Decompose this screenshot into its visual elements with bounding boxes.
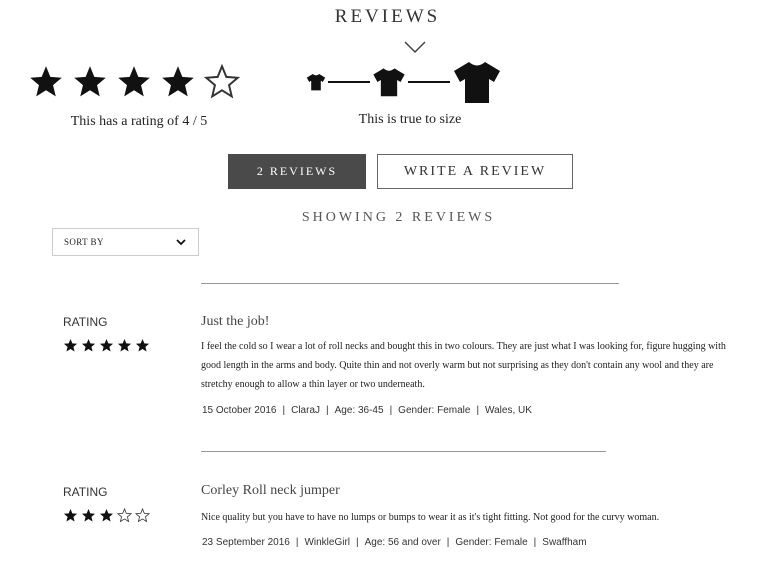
star-filled-icon	[63, 338, 78, 352]
review-age: Age: 36-45	[334, 405, 384, 416]
reviews-count-button[interactable]: 2 REVIEWS	[228, 154, 366, 189]
star-filled-icon	[117, 338, 132, 352]
star-filled-icon	[162, 66, 194, 97]
chevron-down-icon	[176, 238, 186, 245]
star-filled-icon	[99, 508, 114, 522]
review-body: I feel the cold so I wear a lot of roll …	[201, 341, 726, 390]
overall-rating-text: This has a rating of 4 / 5	[70, 114, 208, 129]
review-date: 15 October 2016	[202, 405, 277, 416]
star-filled-icon	[63, 508, 78, 522]
star-filled-icon	[135, 338, 150, 352]
review-rating-label: RATING	[63, 315, 108, 329]
review-author: WinkleGirl	[304, 537, 351, 548]
star-filled-icon	[74, 66, 106, 97]
star-filled-icon	[118, 66, 150, 97]
review-title: Corley Roll neck jumper	[201, 483, 340, 498]
review-age: Age: 56 and over	[364, 537, 441, 548]
review-gender: Gender: Female	[398, 405, 471, 416]
showing-count: SHOWING 2 REVIEWS	[301, 210, 496, 225]
star-filled-icon	[81, 338, 96, 352]
tshirt-small-icon	[306, 74, 326, 91]
review-meta: 15 October 2016 | ClaraJ | Age: 36-45 | Gender…	[202, 405, 532, 416]
star-empty-icon	[135, 508, 150, 523]
star-empty-icon	[204, 64, 240, 99]
review-gender: Gender: Female	[455, 537, 528, 548]
sort-label: SORT BY	[64, 237, 104, 247]
size-line	[328, 81, 370, 83]
sort-dropdown[interactable]: SORT BY	[52, 228, 199, 256]
star-filled-icon	[99, 338, 114, 352]
review-author: ClaraJ	[291, 405, 321, 416]
tshirt-large-icon	[454, 62, 500, 103]
review-rating-label: RATING	[63, 485, 108, 499]
overall-rating-stars	[28, 64, 240, 100]
review-date: 23 September 2016	[202, 537, 290, 548]
fit-text: This is true to size	[358, 112, 462, 127]
star-filled-icon	[81, 508, 96, 522]
review-location: Wales, UK	[485, 405, 532, 416]
star-empty-icon	[117, 508, 132, 523]
tshirt-medium-icon	[373, 68, 405, 97]
review-rating-stars	[63, 508, 150, 523]
write-review-button[interactable]: WRITE A REVIEW	[377, 154, 573, 189]
divider	[201, 283, 619, 284]
review-rating-stars	[63, 338, 150, 353]
review-body: Nice quality but you have to have no lum…	[201, 512, 660, 523]
review-meta: 23 September 2016 | WinkleGirl | Age: 56 and…	[202, 537, 587, 548]
review-location: Swaffham	[542, 537, 587, 548]
divider	[201, 451, 606, 452]
star-filled-icon	[30, 66, 62, 97]
chevron-down-icon[interactable]	[404, 40, 426, 54]
size-line	[408, 81, 450, 83]
review-title: Just the job!	[201, 314, 270, 329]
reviews-heading: REVIEWS	[334, 6, 441, 27]
size-fit-indicator	[306, 60, 502, 104]
